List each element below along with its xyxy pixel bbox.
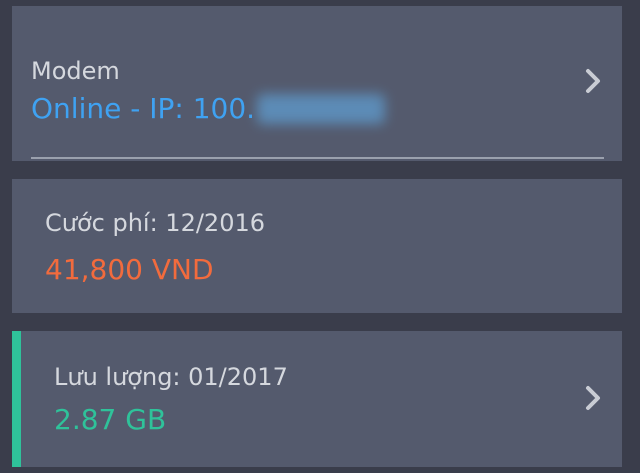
usage-accent-bar bbox=[12, 331, 21, 467]
fee-card: Cước phí: 12/2016 41,800 VND bbox=[12, 179, 622, 313]
modem-card[interactable]: Modem Online - IP: 100. bbox=[12, 6, 622, 161]
modem-status-text: Online - IP: 100. bbox=[31, 92, 256, 125]
chevron-right-icon bbox=[586, 69, 600, 93]
usage-card[interactable]: Lưu lượng: 01/2017 2.87 GB bbox=[12, 331, 622, 467]
modem-status: Online - IP: 100. bbox=[31, 92, 386, 125]
usage-label: Lưu lượng: 01/2017 bbox=[54, 363, 288, 391]
usage-amount: 2.87 GB bbox=[54, 403, 167, 436]
fee-amount: 41,800 VND bbox=[45, 253, 214, 286]
fee-label: Cước phí: 12/2016 bbox=[45, 209, 266, 237]
modem-divider bbox=[31, 157, 604, 159]
chevron-right-icon bbox=[586, 386, 600, 410]
ip-address-redacted bbox=[257, 94, 386, 124]
modem-label: Modem bbox=[31, 57, 120, 85]
